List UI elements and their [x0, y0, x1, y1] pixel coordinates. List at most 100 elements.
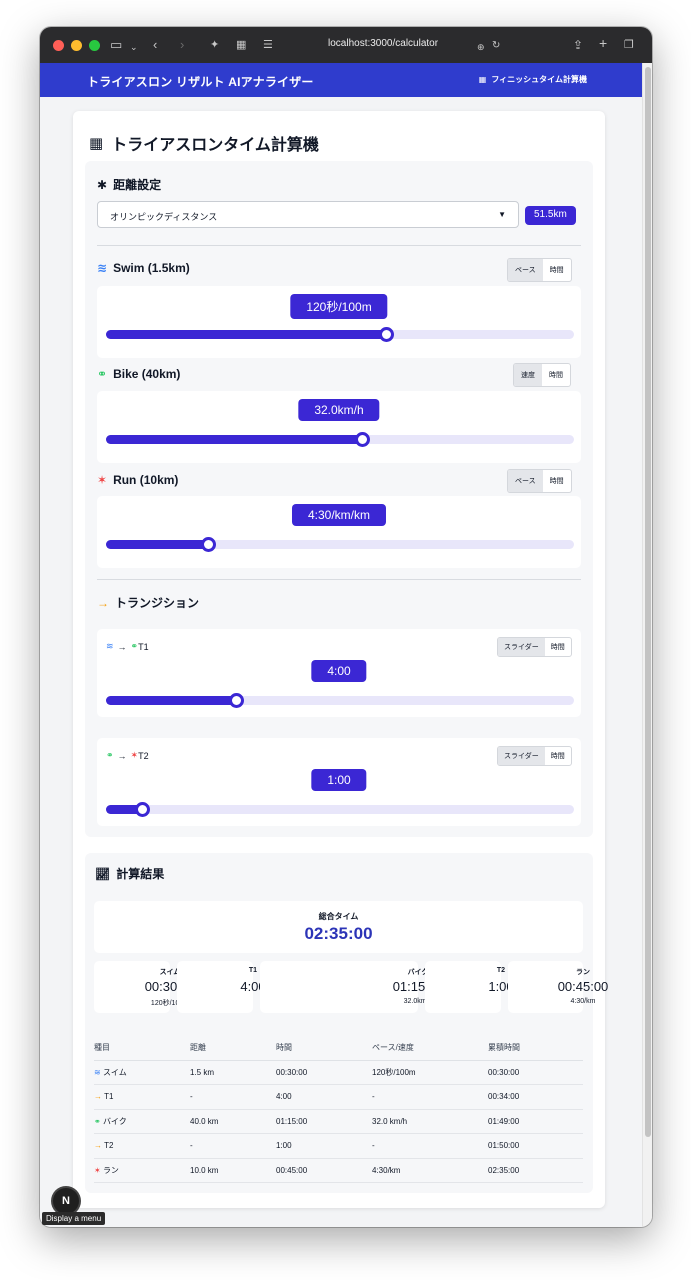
- swim-slider-box: 120秒/100m: [97, 286, 581, 358]
- cumulative-cell: 00:30:00: [488, 1060, 583, 1085]
- t2-slider-option[interactable]: スライダー: [498, 747, 545, 765]
- run-time-option[interactable]: 時間: [543, 470, 571, 492]
- bike-mode-toggle[interactable]: 速度 時間: [513, 363, 571, 387]
- t2-time-option[interactable]: 時間: [545, 747, 571, 765]
- pace-cell: 32.0 km/h: [372, 1109, 488, 1134]
- bike-speed-option[interactable]: 速度: [514, 364, 542, 386]
- cumulative-cell: 01:49:00: [488, 1109, 583, 1134]
- page-title-text: トライアスロンタイム計算機: [111, 137, 319, 154]
- table-row: ✶ ラン 10.0 km 00:45:00 4:30/km 02:35:00: [94, 1158, 583, 1183]
- table-row: → T2 - 1:00 - 01:50:00: [94, 1133, 583, 1159]
- bike-label-text: Bike (40km): [113, 367, 181, 381]
- new-tab-icon[interactable]: +: [599, 34, 607, 52]
- swim-slider[interactable]: [106, 327, 574, 342]
- browser-toolbar: ▭ ⌄ ‹ › ✦ ▦ ☰ localhost:3000/calculator …: [40, 27, 652, 63]
- run-slider-handle[interactable]: [200, 537, 216, 552]
- t2-mode-toggle[interactable]: スライダー 時間: [497, 746, 572, 766]
- t1-time-option[interactable]: 時間: [545, 638, 571, 656]
- table-row: ⚭ バイク 40.0 km 01:15:00 32.0 km/h 01:49:0…: [94, 1109, 583, 1134]
- back-icon[interactable]: ‹: [153, 36, 157, 54]
- sidebar-icon[interactable]: ▭: [110, 36, 122, 54]
- minimize-window-button[interactable]: [71, 39, 82, 51]
- swim-pace-option[interactable]: ペース: [508, 259, 543, 281]
- divider: [97, 245, 581, 246]
- arrow-right-icon: →: [117, 750, 127, 761]
- forward-icon[interactable]: ›: [180, 36, 184, 54]
- bike-slider[interactable]: [106, 432, 574, 447]
- leg-card-swim: スイム 00:30:00 120秒/100m: [94, 961, 195, 1013]
- swim-slider-handle[interactable]: [378, 327, 394, 342]
- distance-cell: -: [190, 1133, 276, 1159]
- swim-icon: ≋: [97, 261, 108, 275]
- swim-time-option[interactable]: 時間: [543, 259, 571, 281]
- bike-icon: ⚭: [97, 367, 108, 381]
- tabs-overview-icon[interactable]: ❐: [624, 36, 634, 54]
- t2-slider[interactable]: [106, 802, 574, 817]
- run-icon: ✶: [97, 473, 108, 487]
- t1-mode-toggle[interactable]: スライダー 時間: [497, 637, 572, 657]
- run-slider-fill: [106, 540, 209, 549]
- t1-value-label: 4:00: [311, 660, 367, 682]
- menu-tooltip: Display a menu: [42, 1212, 106, 1225]
- total-time-box: 総合タイム 02:35:00: [94, 901, 583, 953]
- share-icon[interactable]: ⇪: [573, 36, 583, 54]
- bike-icon: ⚭: [94, 1116, 101, 1126]
- pace-cell: 120秒/100m: [372, 1060, 488, 1085]
- arrow-right-icon: →: [94, 1092, 102, 1102]
- transitions-heading-text: トランジション: [115, 596, 200, 610]
- arrow-right-icon: →: [97, 595, 109, 610]
- devtools-menu-button[interactable]: N: [53, 1188, 79, 1214]
- table-row: → T1 - 4:00 - 00:34:00: [94, 1084, 583, 1110]
- address-bar[interactable]: localhost:3000/calculator: [328, 38, 438, 49]
- arrow-right-icon: →: [94, 1141, 102, 1151]
- leg-sub: 4:30/km: [570, 998, 596, 1005]
- run-slider[interactable]: [106, 537, 574, 552]
- image-extension-icon[interactable]: ▦: [236, 36, 246, 54]
- close-window-button[interactable]: [53, 39, 64, 51]
- bike-time-option[interactable]: 時間: [542, 364, 570, 386]
- pace-cell: -: [372, 1084, 488, 1110]
- reader-icon[interactable]: ☰: [263, 36, 273, 54]
- t1-slider-handle[interactable]: [229, 693, 245, 708]
- event-cell: ≋ スイム: [94, 1060, 190, 1085]
- distance-badge: 51.5km: [525, 206, 576, 225]
- t2-slider-handle[interactable]: [135, 802, 151, 817]
- t1-slider[interactable]: [106, 693, 574, 708]
- run-label: ✶ Run (10km): [97, 473, 178, 487]
- distance-cell: -: [190, 1084, 276, 1110]
- gear-icon: ✱: [97, 177, 108, 192]
- translate-icon[interactable]: ⊕: [477, 38, 485, 56]
- run-icon: ✶: [130, 750, 139, 760]
- distance-select[interactable]: オリンピックディスタンス ▼: [97, 201, 519, 228]
- scrollbar-thumb[interactable]: [645, 67, 651, 1137]
- divider: [97, 579, 581, 580]
- calculator-card: ▦ トライアスロンタイム計算機 ✱ 距離設定 オリンピックディスタンス ▼ 51…: [73, 111, 608, 1208]
- column-header: 累積時間: [488, 1036, 583, 1061]
- run-pace-option[interactable]: ペース: [508, 470, 543, 492]
- app-navbar: トライアスロン リザルト AIアナライザー ▦ フィニッシュタイム計算機: [40, 63, 642, 97]
- cumulative-cell: 00:34:00: [488, 1084, 583, 1110]
- finish-time-calculator-link[interactable]: ▦ フィニッシュタイム計算機: [479, 74, 587, 85]
- zoom-window-button[interactable]: [89, 39, 100, 51]
- app-title[interactable]: トライアスロン リザルト AIアナライザー: [87, 73, 314, 90]
- event-name: バイク: [102, 1116, 127, 1126]
- page-scrollbar[interactable]: [642, 63, 652, 1227]
- t2-label: ⚭ → ✶ T2: [106, 750, 149, 761]
- extension-icon[interactable]: ✦: [210, 36, 219, 54]
- leg-card-t1: T1 4:00: [177, 961, 266, 1013]
- swim-mode-toggle[interactable]: ペース 時間: [507, 258, 572, 282]
- distance-cell: 10.0 km: [190, 1158, 276, 1183]
- event-cell: ✶ ラン: [94, 1158, 190, 1183]
- t2-label-text: T2: [138, 750, 149, 761]
- calculator-icon: ▦: [89, 135, 104, 152]
- swim-label: ≋ Swim (1.5km): [97, 261, 190, 275]
- pace-cell: 4:30/km: [372, 1158, 488, 1183]
- chevron-down-icon[interactable]: ⌄: [130, 38, 138, 56]
- bike-slider-handle[interactable]: [355, 432, 371, 447]
- reload-icon[interactable]: ↻: [492, 37, 500, 55]
- event-cell: → T1: [94, 1084, 190, 1110]
- table-row: ≋ スイム 1.5 km 00:30:00 120秒/100m 00:30:00: [94, 1060, 583, 1085]
- t1-slider-option[interactable]: スライダー: [498, 638, 545, 656]
- time-cell: 00:45:00: [276, 1158, 372, 1183]
- run-mode-toggle[interactable]: ペース 時間: [507, 469, 572, 493]
